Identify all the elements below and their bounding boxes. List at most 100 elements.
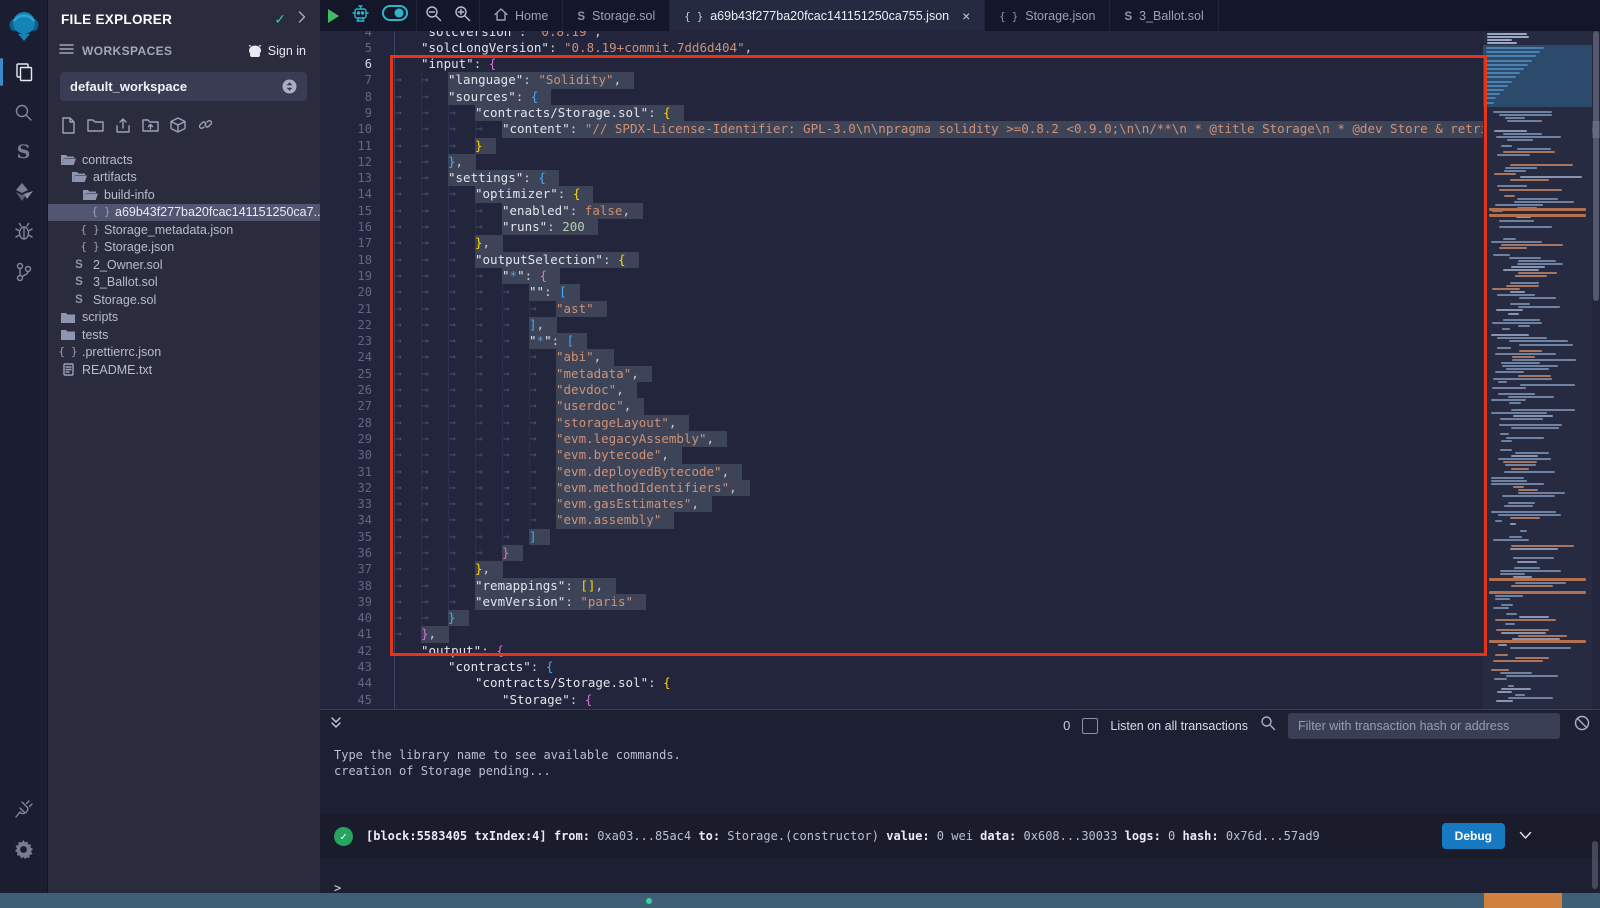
solidity-icon: S bbox=[71, 259, 87, 271]
settings-gear-icon[interactable] bbox=[0, 829, 47, 869]
code-line-5[interactable]: 5"solcLongVersion": "0.8.19+commit.7dd6d… bbox=[320, 40, 1600, 56]
file-toolbar bbox=[47, 101, 320, 145]
tree-item-a69b43f277ba20fcac141151250ca7-[interactable]: { }a69b43f277ba20fcac141151250ca7... bbox=[47, 204, 320, 222]
tab-storage-json[interactable]: { }Storage.json bbox=[985, 0, 1110, 31]
terminal-log-line: creation of Storage pending... bbox=[334, 763, 1600, 779]
code-editor[interactable]: 4"solcVersion": "0.8.19",5"solcLongVersi… bbox=[320, 31, 1600, 710]
editor-scrollbar[interactable] bbox=[1592, 31, 1600, 710]
chevron-right-icon[interactable] bbox=[298, 10, 306, 28]
tree-item-storage-metadata-json[interactable]: { }Storage_metadata.json bbox=[47, 221, 320, 239]
file-tree: contractsartifactsbuild-info{ }a69b43f27… bbox=[47, 151, 320, 379]
tab-home[interactable]: Home bbox=[480, 0, 563, 31]
remix-ai-icon[interactable] bbox=[351, 4, 370, 28]
tree-item-scripts[interactable]: scripts bbox=[47, 309, 320, 327]
tree-item-3-ballot-sol[interactable]: S3_Ballot.sol bbox=[47, 274, 320, 292]
zoom-out-icon[interactable] bbox=[425, 5, 442, 27]
run-script-button[interactable] bbox=[328, 9, 339, 23]
plugin-manager-icon[interactable] bbox=[0, 789, 47, 829]
solidity-icon: S bbox=[1124, 9, 1132, 23]
json-icon: { } bbox=[82, 224, 98, 236]
listen-checkbox[interactable] bbox=[1082, 718, 1098, 734]
json-icon: { } bbox=[684, 9, 703, 23]
upload-folder-icon[interactable] bbox=[142, 117, 159, 139]
json-icon: { } bbox=[60, 346, 76, 358]
tree-item-storage-json[interactable]: { }Storage.json bbox=[47, 239, 320, 257]
solidity-icon: S bbox=[577, 9, 585, 23]
terminal: 0 Listen on all transactions Type the li… bbox=[320, 709, 1600, 893]
chevron-down-icon[interactable] bbox=[1519, 829, 1532, 843]
terminal-log-line: Type the library name to see available c… bbox=[334, 747, 1600, 763]
tab-storage-sol[interactable]: SStorage.sol bbox=[563, 0, 670, 31]
status-bar bbox=[0, 893, 1600, 908]
code-line-44[interactable]: 44"contracts/Storage.sol": { bbox=[320, 675, 1600, 691]
json-icon: { } bbox=[93, 206, 109, 218]
remix-logo-icon[interactable] bbox=[0, 0, 47, 52]
tree-item-build-info[interactable]: build-info bbox=[47, 186, 320, 204]
close-tab-icon[interactable]: × bbox=[962, 8, 970, 24]
workspaces-label: WORKSPACES bbox=[82, 44, 247, 58]
tree-item-readme-txt[interactable]: README.txt bbox=[47, 361, 320, 379]
status-badge bbox=[1484, 893, 1562, 908]
folder-icon bbox=[60, 329, 76, 340]
file-icon bbox=[60, 363, 76, 376]
sidebar-item-search[interactable] bbox=[0, 92, 47, 132]
sidebar-item-file-explorer[interactable] bbox=[0, 52, 47, 92]
create-file-icon[interactable] bbox=[61, 117, 76, 139]
create-folder-icon[interactable] bbox=[87, 117, 104, 139]
tree-item-storage-sol[interactable]: SStorage.sol bbox=[47, 291, 320, 309]
folder-open-icon bbox=[60, 154, 76, 166]
clear-console-icon[interactable] bbox=[1574, 715, 1590, 736]
sign-in-button[interactable]: Sign in bbox=[247, 44, 306, 58]
code-line-43[interactable]: 43"contracts": { bbox=[320, 659, 1600, 675]
transaction-row[interactable]: ✓ [block:5583405 txIndex:4] from: 0xa03.… bbox=[320, 813, 1600, 859]
tree-item-artifacts[interactable]: artifacts bbox=[47, 169, 320, 187]
tree-item--prettierrc-json[interactable]: { }.prettierrc.json bbox=[47, 344, 320, 362]
debug-button[interactable]: Debug bbox=[1442, 823, 1505, 849]
sidebar-item-deploy-and-run[interactable] bbox=[0, 172, 47, 212]
upload-file-icon[interactable] bbox=[115, 117, 131, 139]
home-icon bbox=[494, 8, 508, 24]
panel-title: FILE EXPLORER bbox=[61, 12, 274, 27]
tree-item-contracts[interactable]: contracts bbox=[47, 151, 320, 169]
sidebar-item-git[interactable] bbox=[0, 252, 47, 292]
tab-a69b43f277ba20fcac141151250ca755-json[interactable]: { }a69b43f277ba20fcac141151250ca755.json… bbox=[670, 0, 985, 31]
json-icon: { } bbox=[82, 241, 98, 253]
sidebar-item-debugger[interactable] bbox=[0, 212, 47, 252]
search-icon bbox=[1260, 715, 1276, 736]
folder-open-icon bbox=[82, 189, 98, 201]
code-line-4[interactable]: 4"solcVersion": "0.8.19", bbox=[320, 31, 1600, 40]
folder-icon bbox=[60, 312, 76, 323]
transaction-count: 0 bbox=[1063, 718, 1070, 733]
workspace-dropdown[interactable]: default_workspace bbox=[60, 72, 307, 101]
tree-item-2-owner-sol[interactable]: S2_Owner.sol bbox=[47, 256, 320, 274]
transaction-filter-input[interactable] bbox=[1288, 713, 1560, 739]
solidity-icon: S bbox=[71, 276, 87, 288]
check-icon: ✓ bbox=[274, 11, 286, 28]
tree-item-tests[interactable]: tests bbox=[47, 326, 320, 344]
status-dot bbox=[646, 898, 652, 904]
ai-toggle-switch[interactable] bbox=[382, 5, 408, 26]
code-line-45[interactable]: 45"Storage": { bbox=[320, 692, 1600, 708]
json-icon: { } bbox=[999, 9, 1018, 23]
zoom-in-icon[interactable] bbox=[454, 5, 471, 27]
success-check-icon: ✓ bbox=[334, 827, 353, 846]
sidebar-item-solidity-compiler[interactable]: S bbox=[0, 132, 47, 172]
import-box-icon[interactable] bbox=[170, 117, 186, 139]
hamburger-menu-icon[interactable] bbox=[59, 42, 74, 60]
editor-area: HomeSStorage.sol{ }a69b43f277ba20fcac141… bbox=[320, 0, 1600, 893]
tab-bar: HomeSStorage.sol{ }a69b43f277ba20fcac141… bbox=[320, 0, 1600, 31]
terminal-header: 0 Listen on all transactions bbox=[320, 710, 1600, 741]
transaction-summary: [block:5583405 txIndex:4] from: 0xa03...… bbox=[366, 829, 1320, 843]
activity-bar: S bbox=[0, 0, 48, 893]
minimap[interactable] bbox=[1483, 31, 1592, 710]
folder-open-icon bbox=[71, 171, 87, 183]
github-icon bbox=[247, 44, 263, 58]
solidity-icon: S bbox=[71, 294, 87, 306]
import-link-icon[interactable] bbox=[197, 117, 214, 139]
tab-3-ballot-sol[interactable]: S3_Ballot.sol bbox=[1110, 0, 1218, 31]
terminal-scrollbar[interactable] bbox=[1592, 841, 1598, 889]
active-indicator bbox=[0, 58, 3, 86]
listen-label[interactable]: Listen on all transactions bbox=[1110, 719, 1248, 733]
stepper-icon bbox=[282, 79, 297, 94]
expand-terminal-icon[interactable] bbox=[330, 716, 342, 735]
